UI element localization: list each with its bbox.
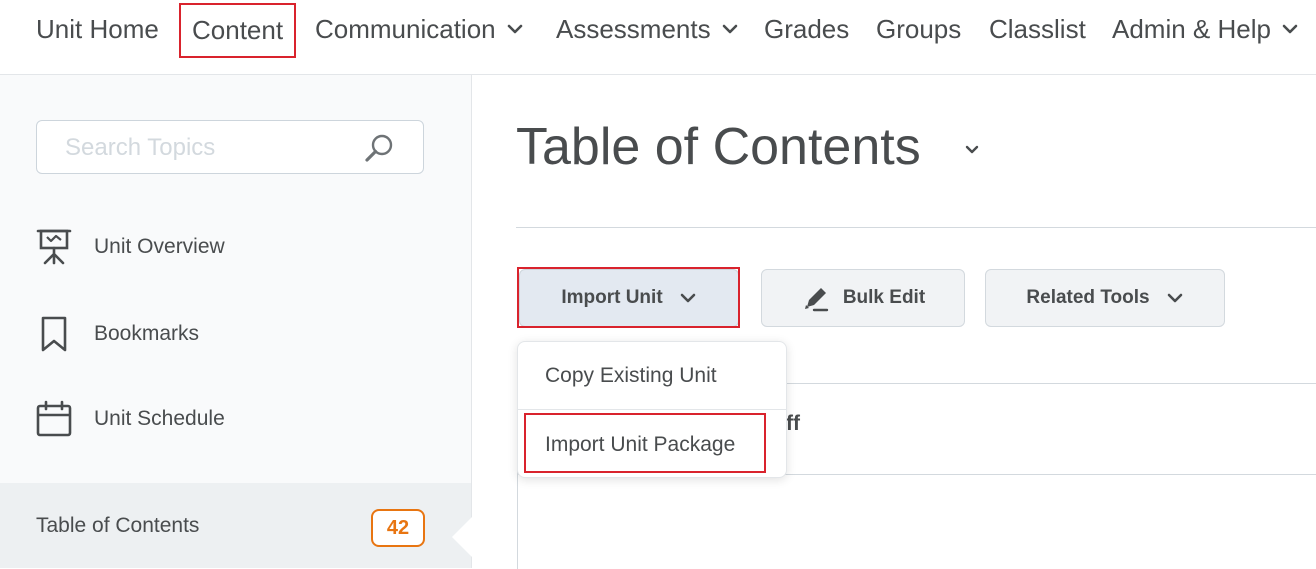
nav-assessments-label: Assessments <box>556 13 711 44</box>
pencil-icon <box>804 288 829 312</box>
menu-item-copy-existing-unit[interactable]: Copy Existing Unit <box>518 342 786 410</box>
sidebar-item-label: Unit Schedule <box>94 407 225 430</box>
nav-groups-label: Groups <box>876 13 962 44</box>
sidebar-item-label: Table of Contents <box>36 514 200 537</box>
chevron-down-icon <box>1282 24 1298 34</box>
nav-groups[interactable]: Groups <box>876 0 961 58</box>
presentation-icon <box>36 228 72 266</box>
search-icon[interactable] <box>363 132 395 164</box>
sidebar-item-table-of-contents[interactable]: Table of Contents 42 <box>0 483 472 568</box>
search-box <box>36 120 424 174</box>
highlight-outline <box>517 267 740 328</box>
menu-item-label: Copy Existing Unit <box>545 363 717 387</box>
search-input[interactable] <box>63 133 357 163</box>
count-badge: 42 <box>371 509 425 547</box>
nav-classlist-label: Classlist <box>989 13 1086 44</box>
chevron-down-icon <box>1167 293 1182 303</box>
page-title: Table of Contents <box>516 118 921 176</box>
top-navigation: Unit Home Content Communication Assessme… <box>0 0 1316 75</box>
nav-admin-help[interactable]: Admin & Help <box>1112 0 1299 58</box>
related-tools-button[interactable]: Related Tools <box>985 269 1225 327</box>
highlight-outline <box>524 413 766 473</box>
chevron-down-icon <box>507 24 522 34</box>
nav-content[interactable]: Content <box>179 3 297 58</box>
nav-assessments[interactable]: Assessments <box>556 0 739 58</box>
sidebar-item-label: Bookmarks <box>94 322 200 345</box>
sidebar-item-unit-schedule[interactable]: Unit Schedule <box>36 399 225 439</box>
nav-grades-label: Grades <box>764 13 850 44</box>
left-panel: Unit Overview Bookmarks Unit Schedule Ta… <box>0 75 472 568</box>
nav-grades[interactable]: Grades <box>764 0 849 58</box>
nav-communication[interactable]: Communication <box>315 0 524 58</box>
selection-notch <box>452 517 472 557</box>
bulk-edit-button[interactable]: Bulk Edit <box>761 269 965 327</box>
bookmark-icon <box>36 315 72 353</box>
nav-classlist[interactable]: Classlist <box>989 0 1086 58</box>
nav-admin-help-label: Admin & Help <box>1112 13 1271 44</box>
sidebar-item-label: Unit Overview <box>94 235 225 258</box>
related-tools-label: Related Tools <box>1026 287 1150 308</box>
partial-text: ff <box>786 412 800 435</box>
chevron-down-icon <box>722 24 737 34</box>
calendar-icon <box>36 400 72 438</box>
sidebar-item-unit-overview[interactable]: Unit Overview <box>36 227 225 267</box>
divider <box>516 227 1316 228</box>
nav-unit-home-label: Unit Home <box>36 13 159 44</box>
chevron-down-icon[interactable] <box>962 139 982 159</box>
nav-unit-home[interactable]: Unit Home <box>36 0 159 58</box>
nav-communication-label: Communication <box>315 13 496 44</box>
bulk-edit-label: Bulk Edit <box>842 287 926 308</box>
nav-content-label: Content <box>192 15 284 45</box>
sidebar-item-bookmarks[interactable]: Bookmarks <box>36 314 199 354</box>
